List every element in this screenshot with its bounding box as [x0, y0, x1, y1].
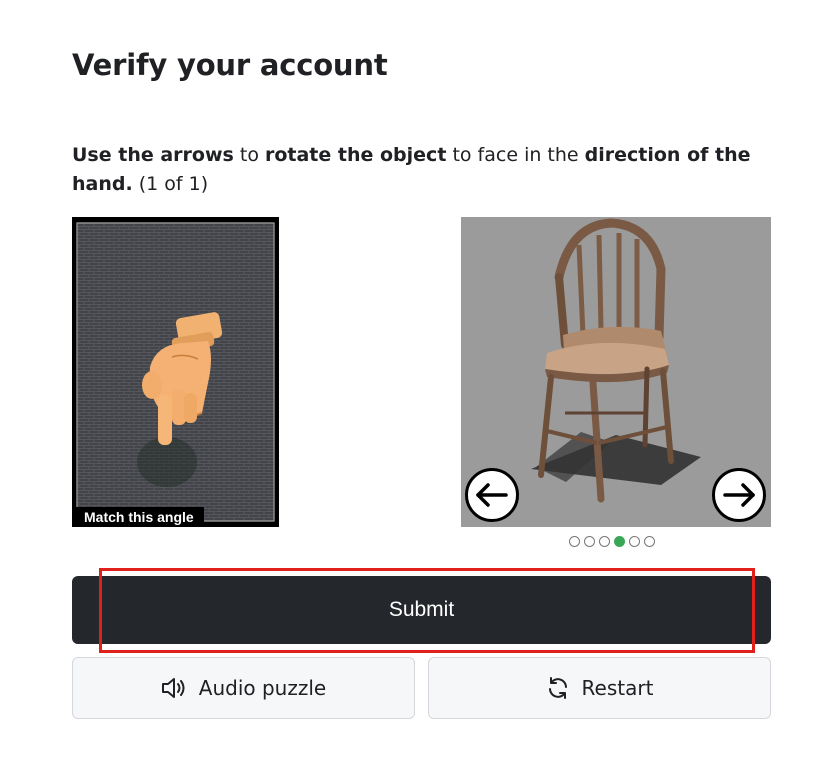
rotate-left-button[interactable] — [465, 468, 519, 522]
restart-label: Restart — [581, 676, 654, 700]
refresh-icon — [548, 677, 567, 699]
instruction-text: to — [233, 144, 265, 166]
arrow-right-icon — [723, 483, 755, 507]
instructions: Use the arrows to rotate the object to f… — [72, 141, 762, 199]
rotate-right-button[interactable] — [712, 468, 766, 522]
position-dot — [629, 536, 640, 547]
position-dot — [584, 536, 595, 547]
position-dot — [644, 536, 655, 547]
object-viewer — [461, 217, 771, 527]
page-title: Verify your account — [72, 48, 388, 82]
position-dot — [599, 536, 610, 547]
instruction-bold-arrows: Use the arrows — [72, 144, 234, 166]
audio-puzzle-label: Audio puzzle — [198, 676, 327, 700]
instruction-text: to face in the — [446, 144, 585, 166]
hand-pointing-image — [76, 222, 275, 522]
instruction-counter: (1 of 1) — [132, 173, 209, 195]
position-dot — [569, 536, 580, 547]
arrow-left-icon — [476, 483, 508, 507]
match-angle-caption: Match this angle — [72, 507, 204, 527]
audio-puzzle-button[interactable]: Audio puzzle — [72, 657, 415, 719]
submit-button[interactable]: Submit — [72, 576, 771, 644]
instruction-bold-rotate: rotate the object — [264, 144, 447, 166]
position-dot-active — [614, 536, 625, 547]
speaker-icon — [161, 678, 185, 698]
rotation-position-indicator — [569, 536, 659, 550]
restart-button[interactable]: Restart — [428, 657, 771, 719]
reference-image: Match this angle — [72, 217, 279, 527]
